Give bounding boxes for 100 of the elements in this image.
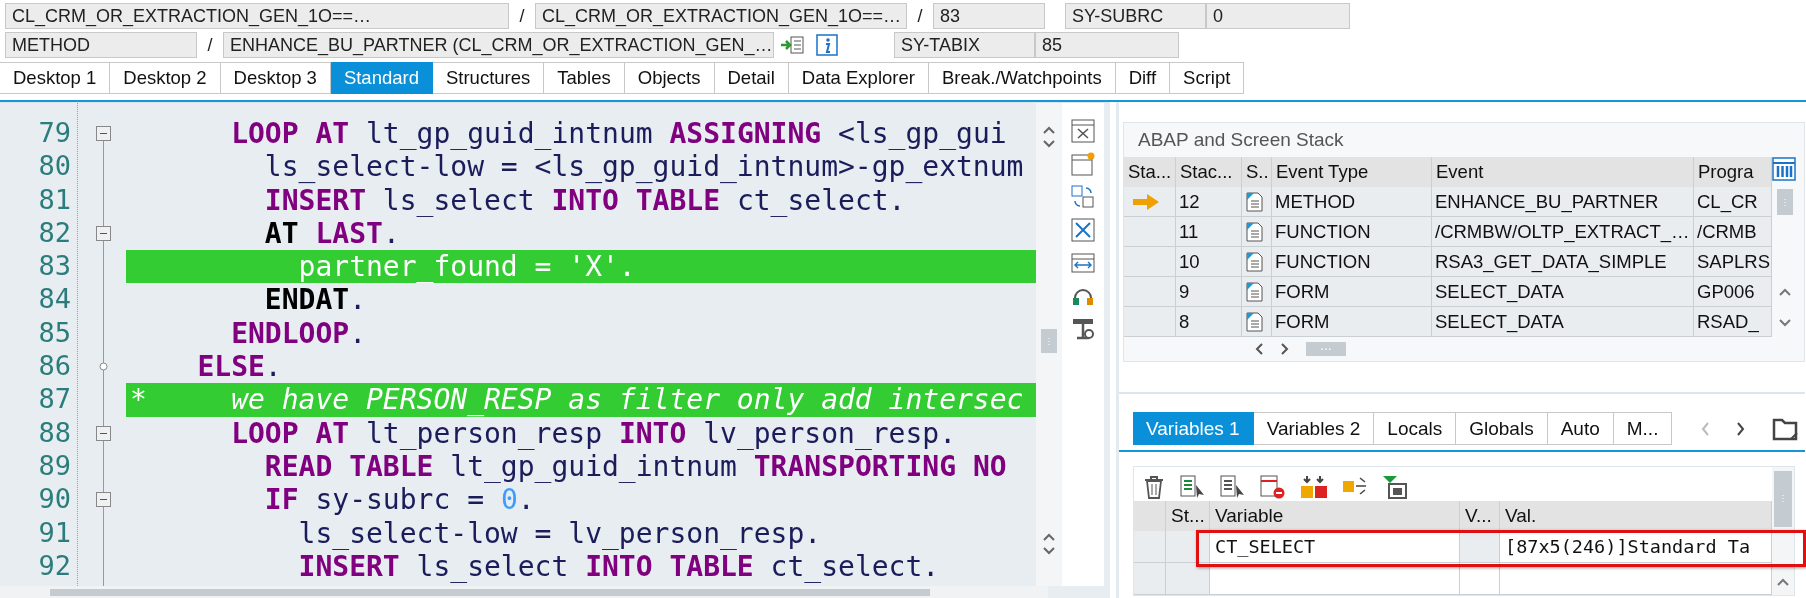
line-number: 89: [37, 449, 72, 483]
column-header[interactable]: Progra: [1694, 157, 1772, 187]
code-line: ENDAT.: [263, 283, 367, 317]
column-header[interactable]: Event: [1432, 157, 1694, 187]
line-number: 88: [37, 416, 72, 450]
tab[interactable]: Variables 2: [1253, 412, 1375, 445]
horizontal-scrollbar[interactable]: [0, 586, 1048, 598]
column-settings-icon[interactable]: [1772, 157, 1796, 181]
event-type-field: METHOD: [5, 32, 197, 58]
scroll-down-icon[interactable]: [1041, 545, 1057, 556]
event-field: ENHANCE_BU_PARTNER (CL_CRM_OR_EXTRACTION_GEN_…: [223, 32, 774, 58]
next-tab-icon[interactable]: [1736, 420, 1747, 437]
scroll-down-icon[interactable]: [1777, 316, 1793, 328]
table-cell: FORM: [1272, 307, 1432, 337]
table-cell: FORM: [1272, 277, 1432, 307]
switch-icon[interactable]: [780, 34, 804, 56]
table-cell: SELECT_DATA: [1432, 277, 1694, 307]
tab[interactable]: Desktop 2: [110, 62, 221, 94]
scroll-thumb-icon[interactable]: [1041, 328, 1057, 353]
list-cursor-icon[interactable]: [1220, 475, 1246, 499]
table-cell: 8: [1176, 307, 1242, 337]
document-icon: [1245, 251, 1263, 272]
line-number: 86: [37, 350, 72, 384]
list-cursor-icon[interactable]: [1180, 475, 1206, 499]
tab[interactable]: Locals: [1374, 412, 1457, 445]
tab[interactable]: Detail: [714, 62, 789, 94]
collapse-icon[interactable]: [96, 226, 111, 242]
program-field: CL_CRM_OR_EXTRACTION_GEN_1O==…: [5, 3, 509, 29]
table-cell: FUNCTION: [1272, 217, 1432, 247]
document-icon: [1245, 281, 1263, 302]
fit-window-icon[interactable]: [1071, 218, 1095, 242]
column-header[interactable]: St...: [1166, 501, 1210, 531]
current-position-arrow-icon: [1132, 192, 1160, 211]
collapse-icon[interactable]: [96, 126, 111, 142]
code-line: ELSE.: [196, 350, 283, 384]
scroll-up-icon[interactable]: [1041, 532, 1057, 543]
delete-list-icon[interactable]: [1260, 475, 1286, 499]
line-number: 90: [37, 483, 72, 517]
line-number: 84: [37, 283, 72, 317]
collapse-icon[interactable]: [96, 492, 111, 508]
tab[interactable]: Objects: [624, 62, 715, 94]
tab[interactable]: Desktop 1: [0, 62, 111, 94]
tab[interactable]: Data Explorer: [788, 62, 929, 94]
line-number: 92: [37, 549, 72, 583]
table-cell: 12: [1176, 187, 1242, 217]
swap-windows-icon[interactable]: [1071, 185, 1095, 209]
tab[interactable]: M...: [1613, 412, 1673, 445]
tab[interactable]: Standard: [330, 62, 433, 94]
collapse-icon[interactable]: [96, 425, 111, 441]
scroll-up-icon[interactable]: [1775, 577, 1791, 588]
close-window-icon[interactable]: [1071, 119, 1095, 143]
system-field-name: SY-TABIX: [894, 32, 1035, 58]
table-cell: RSAD_: [1694, 307, 1772, 337]
tab[interactable]: Script: [1170, 62, 1245, 94]
column-header[interactable]: S..: [1242, 157, 1272, 187]
info-icon[interactable]: [816, 34, 838, 56]
document-icon: [1245, 191, 1263, 212]
line-number: 85: [37, 316, 72, 350]
tab[interactable]: Structures: [433, 62, 545, 94]
system-field-value: 0: [1206, 3, 1350, 29]
column-header[interactable]: Stac...: [1176, 157, 1242, 187]
scroll-thumb-icon[interactable]: [1777, 189, 1793, 215]
separator-slash: /: [518, 5, 526, 27]
code-line: INSERT ls_select INTO TABLE ct_select.: [297, 549, 941, 584]
line-number: 80: [37, 150, 72, 184]
tab[interactable]: Auto: [1547, 412, 1614, 445]
column-header[interactable]: Event Type: [1272, 157, 1432, 187]
line-number: 81: [37, 183, 72, 217]
table-cell: RSA3_GET_DATA_SIMPLE: [1432, 247, 1694, 277]
tab[interactable]: Tables: [544, 62, 625, 94]
scroll-thumb-icon[interactable]: [1774, 471, 1792, 527]
tab[interactable]: Desktop 3: [220, 62, 331, 94]
scroll-up-icon[interactable]: [1777, 286, 1793, 298]
separator-slash: /: [916, 5, 924, 27]
scroll-left-icon[interactable]: [1254, 342, 1264, 356]
tools-icon[interactable]: [1071, 317, 1095, 341]
resize-width-icon[interactable]: [1071, 251, 1095, 275]
column-header[interactable]: Sta...: [1124, 157, 1176, 187]
tab[interactable]: Variables 1: [1133, 412, 1254, 445]
tab[interactable]: Diff: [1115, 62, 1171, 94]
column-header[interactable]: V...: [1460, 501, 1500, 531]
merge-down-icon[interactable]: [1300, 475, 1328, 499]
table-cell: [87x5(246)]Standard Ta: [1500, 531, 1772, 563]
scroll-down-icon[interactable]: [1041, 138, 1057, 149]
document-icon: [1245, 311, 1263, 332]
tab[interactable]: Globals: [1456, 412, 1548, 445]
table-cell: CL_CR: [1694, 187, 1772, 217]
table-cell: METHOD: [1272, 187, 1432, 217]
column-header[interactable]: Variable: [1210, 501, 1460, 531]
code-line: LOOP AT lt_gp_guid_intnum ASSIGNING <ls_gp_gui: [230, 117, 1008, 151]
table-cell: 11: [1176, 217, 1242, 247]
tab[interactable]: Break./Watchpoints: [928, 62, 1116, 94]
filter-window-icon[interactable]: [1382, 475, 1408, 499]
scroll-right-icon[interactable]: [1280, 342, 1290, 356]
line-number: 82: [37, 216, 72, 250]
column-header[interactable]: Val.: [1500, 501, 1772, 531]
trash-icon[interactable]: [1142, 475, 1166, 499]
line-number: 87: [37, 383, 72, 417]
table-cell: /CRMB: [1694, 217, 1772, 247]
scroll-up-icon[interactable]: [1041, 125, 1057, 136]
